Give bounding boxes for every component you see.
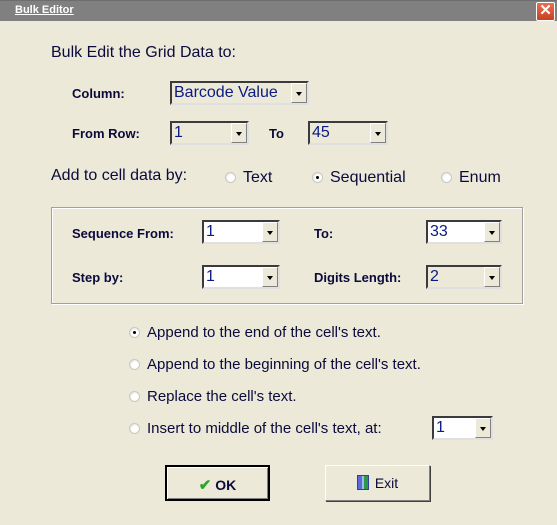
- digits-length-label: Digits Length:: [314, 270, 402, 285]
- chevron-down-icon[interactable]: [484, 267, 500, 287]
- from-row-value: 1: [174, 124, 183, 141]
- sequence-to-select[interactable]: 33: [426, 220, 502, 244]
- checkmark-icon: ✔: [198, 477, 212, 494]
- sequence-from-select[interactable]: 1: [202, 220, 280, 244]
- to-row-value: 45: [312, 124, 330, 141]
- sequence-from-label: Sequence From:: [72, 226, 174, 241]
- placement-insert-radio[interactable]: [129, 423, 140, 434]
- title-bar: Bulk Editor ✕: [0, 0, 557, 21]
- column-select[interactable]: Barcode Value: [170, 81, 309, 105]
- step-select[interactable]: 1: [202, 265, 280, 289]
- mode-enum-radio[interactable]: [441, 172, 452, 183]
- exit-door-icon: [356, 475, 369, 490]
- sequence-to-label: To:: [314, 226, 334, 241]
- close-button[interactable]: ✕: [536, 2, 555, 21]
- from-row-select[interactable]: 1: [170, 121, 249, 145]
- chevron-down-icon[interactable]: [291, 83, 307, 103]
- step-label: Step by:: [72, 270, 124, 285]
- to-row-label: To: [269, 126, 284, 141]
- placement-append-begin-label[interactable]: Append to the beginning of the cell's te…: [147, 356, 421, 373]
- page-heading: Bulk Edit the Grid Data to:: [51, 44, 236, 61]
- chevron-down-icon[interactable]: [475, 418, 491, 438]
- placement-append-begin-radio[interactable]: [129, 359, 140, 370]
- chevron-down-icon[interactable]: [484, 222, 500, 242]
- step-value: 1: [206, 268, 215, 285]
- exit-button[interactable]: Exit: [325, 465, 430, 501]
- chevron-down-icon[interactable]: [262, 222, 278, 242]
- chevron-down-icon[interactable]: [231, 123, 247, 143]
- ok-button[interactable]: ✔ OK: [165, 465, 270, 501]
- column-label: Column:: [72, 86, 125, 101]
- mode-sequential-radio[interactable]: [312, 172, 323, 183]
- close-icon: ✕: [539, 2, 552, 19]
- placement-append-end-radio[interactable]: [129, 327, 140, 338]
- mode-label: Add to cell data by:: [51, 167, 188, 184]
- chevron-down-icon[interactable]: [370, 123, 386, 143]
- placement-replace-label[interactable]: Replace the cell's text.: [147, 388, 297, 405]
- mode-text-radio[interactable]: [225, 172, 236, 183]
- window-title: Bulk Editor: [15, 4, 74, 16]
- mode-text-label[interactable]: Text: [243, 169, 272, 187]
- digits-length-select[interactable]: 2: [426, 265, 502, 289]
- insert-position-select[interactable]: 1: [432, 416, 493, 440]
- sequence-from-value: 1: [206, 223, 215, 240]
- chevron-down-icon[interactable]: [262, 267, 278, 287]
- exit-label: Exit: [374, 475, 399, 491]
- ok-label: OK: [215, 477, 237, 493]
- insert-position-value: 1: [436, 419, 445, 436]
- placement-insert-label[interactable]: Insert to middle of the cell's text, at:: [147, 420, 382, 437]
- digits-length-value: 2: [430, 268, 439, 285]
- column-value: Barcode Value: [174, 84, 278, 101]
- from-row-label: From Row:: [72, 126, 140, 141]
- placement-replace-radio[interactable]: [129, 391, 140, 402]
- mode-enum-label[interactable]: Enum: [459, 169, 501, 187]
- mode-sequential-label[interactable]: Sequential: [330, 169, 406, 187]
- to-row-select[interactable]: 45: [308, 121, 388, 145]
- placement-append-end-label[interactable]: Append to the end of the cell's text.: [147, 324, 381, 341]
- sequence-to-value: 33: [430, 223, 448, 240]
